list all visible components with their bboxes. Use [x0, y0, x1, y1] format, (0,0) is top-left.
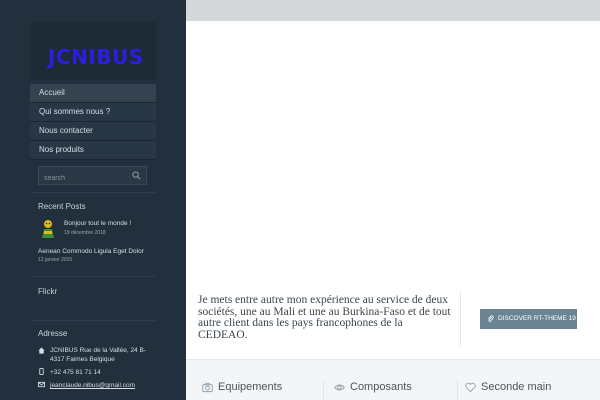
logo[interactable]: JCNIBUS: [30, 22, 156, 80]
feature-label: Composants: [350, 381, 412, 393]
nav-item-nos-produits[interactable]: Nos produits: [30, 141, 156, 160]
address-title: Adresse: [38, 329, 68, 338]
feature-label: Seconde main: [481, 381, 552, 393]
divider: [457, 380, 458, 400]
nav-item-qui-sommes-nous[interactable]: Qui sommes nous ?: [30, 103, 156, 122]
post-date: 19 décembre 2018: [64, 230, 106, 236]
camera-icon: [202, 382, 213, 393]
address-email[interactable]: jeanclaude.nibus@gmail.com: [50, 381, 150, 390]
feature-equipements[interactable]: Equipements: [202, 380, 322, 394]
search-input[interactable]: [39, 170, 129, 187]
email-icon: [38, 381, 45, 388]
divider: [460, 291, 461, 347]
flickr-title: Flickr: [38, 287, 58, 296]
header-band: [186, 0, 600, 21]
nav-item-accueil[interactable]: Accueil: [30, 84, 156, 103]
home-icon: [38, 347, 45, 354]
heart-icon: [465, 382, 476, 393]
post-date: 12 janvier 2015: [38, 257, 73, 263]
discover-button-label: DISCOVER RT-THEME 19: [498, 315, 576, 322]
post-title[interactable]: Bonjour tout le monde !: [64, 220, 131, 227]
main-nav: Accueil Qui sommes nous ? Nous contacter…: [30, 84, 156, 160]
feature-label: Equipements: [218, 381, 283, 393]
discover-button[interactable]: DISCOVER RT-THEME 19: [480, 309, 577, 329]
sidebar: JCNIBUS Accueil Qui sommes nous ? Nous c…: [0, 0, 186, 400]
recent-post-item[interactable]: Bonjour tout le monde ! 19 décembre 2018: [38, 218, 156, 242]
logo-text[interactable]: JCNIBUS: [48, 45, 144, 69]
promo-text: Je mets entre autre mon expérience au se…: [198, 294, 451, 341]
paperclip-icon: [488, 315, 494, 322]
recent-posts-title: Recent Posts: [38, 202, 86, 211]
feature-seconde-main[interactable]: Seconde main: [465, 380, 590, 394]
address-phone: +32 475 81 71 14: [50, 369, 101, 376]
feature-composants[interactable]: Composants: [334, 380, 454, 394]
search-icon[interactable]: [132, 171, 141, 180]
post-title[interactable]: Aenean Commodo Ligula Eget Dolor: [38, 248, 144, 255]
features-section: Equipements Composants Seconde main: [186, 359, 600, 400]
nav-item-nous-contacter[interactable]: Nous contacter: [30, 122, 156, 141]
divider: [30, 192, 156, 193]
phone-icon: [39, 368, 44, 375]
eye-icon: [334, 384, 345, 391]
promo-section: Je mets entre autre mon expérience au se…: [186, 289, 600, 359]
hero-area: [186, 21, 600, 289]
post-thumbnail-icon[interactable]: [38, 218, 58, 240]
divider: [30, 276, 156, 277]
divider: [323, 380, 324, 400]
address-street: JCNIBUS Rue de la Vallée, 24 B-4317 Faim…: [50, 347, 146, 363]
search-box: [38, 166, 147, 187]
divider: [30, 320, 156, 321]
